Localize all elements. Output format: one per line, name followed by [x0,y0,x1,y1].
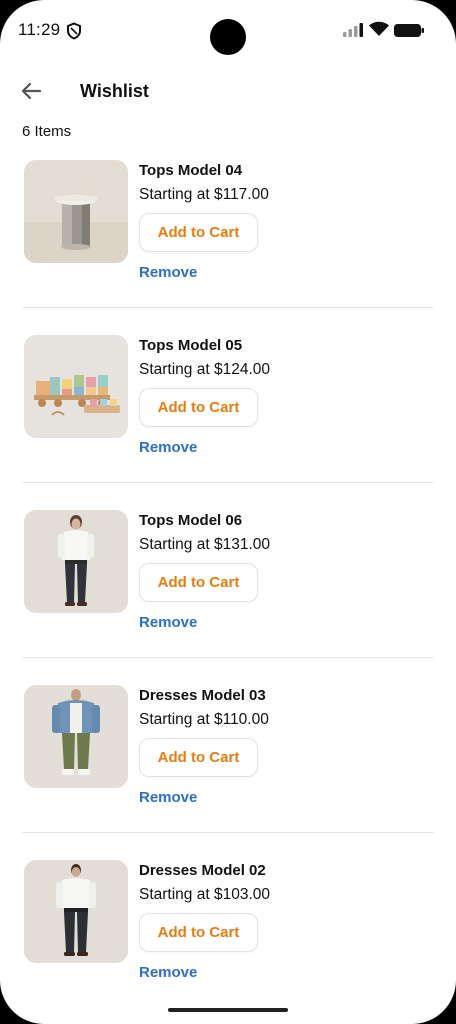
product-name[interactable]: Tops Model 04 [139,162,242,179]
wifi-icon [369,21,389,36]
wishlist-item: Dresses Model 02 Starting at $103.00 Add… [0,850,456,1024]
product-image-stool[interactable] [24,160,128,263]
signal-icon [343,23,363,37]
product-price: Starting at $124.00 [139,361,270,378]
product-price: Starting at $117.00 [139,186,269,203]
arrow-left-icon [21,82,42,100]
status-bar: 11:29 [0,0,456,62]
add-to-cart-button[interactable]: Add to Cart [139,738,258,777]
remove-link[interactable]: Remove [139,439,197,456]
add-to-cart-button[interactable]: Add to Cart [139,388,258,427]
product-image-person-denim-jacket[interactable] [24,685,128,788]
remove-link[interactable]: Remove [139,614,197,631]
divider [22,307,434,308]
product-image-toy-train[interactable] [24,335,128,438]
app-bar: Wishlist [0,62,456,120]
page-title: Wishlist [80,81,149,101]
home-indicator[interactable] [168,1008,288,1012]
wishlist-item: Tops Model 06 Starting at $131.00 Add to… [0,500,456,675]
product-price: Starting at $103.00 [139,886,270,903]
product-name[interactable]: Dresses Model 02 [139,862,266,879]
back-button[interactable] [14,76,48,106]
battery-icon [394,24,424,37]
wishlist-item: Tops Model 05 Starting at $124.00 Add to… [0,325,456,500]
add-to-cart-button[interactable]: Add to Cart [139,563,258,602]
remove-link[interactable]: Remove [139,964,197,981]
product-image-person-white-shirt-2[interactable] [24,860,128,963]
camera-cutout [210,19,246,55]
divider [22,657,434,658]
status-time: 11:29 [18,20,61,39]
product-image-person-white-shirt[interactable] [24,510,128,613]
add-to-cart-button[interactable]: Add to Cart [139,913,258,952]
wishlist-item: Dresses Model 03 Starting at $110.00 Add… [0,675,456,850]
wishlist-list: Tops Model 04 Starting at $117.00 Add to… [0,150,456,1024]
wishlist-item: Tops Model 04 Starting at $117.00 Add to… [0,150,456,325]
product-price: Starting at $110.00 [139,711,269,728]
remove-link[interactable]: Remove [139,789,197,806]
product-name[interactable]: Tops Model 05 [139,337,242,354]
divider [22,832,434,833]
product-name[interactable]: Dresses Model 03 [139,687,266,704]
divider [22,482,434,483]
shield-icon [67,22,81,40]
item-count: 6 Items [22,123,72,140]
phone-screen: 11:29 Wishlist 6 Items Tops Model 04 Sta… [0,0,456,1024]
remove-link[interactable]: Remove [139,264,197,281]
add-to-cart-button[interactable]: Add to Cart [139,213,258,252]
product-name[interactable]: Tops Model 06 [139,512,242,529]
product-price: Starting at $131.00 [139,536,270,553]
